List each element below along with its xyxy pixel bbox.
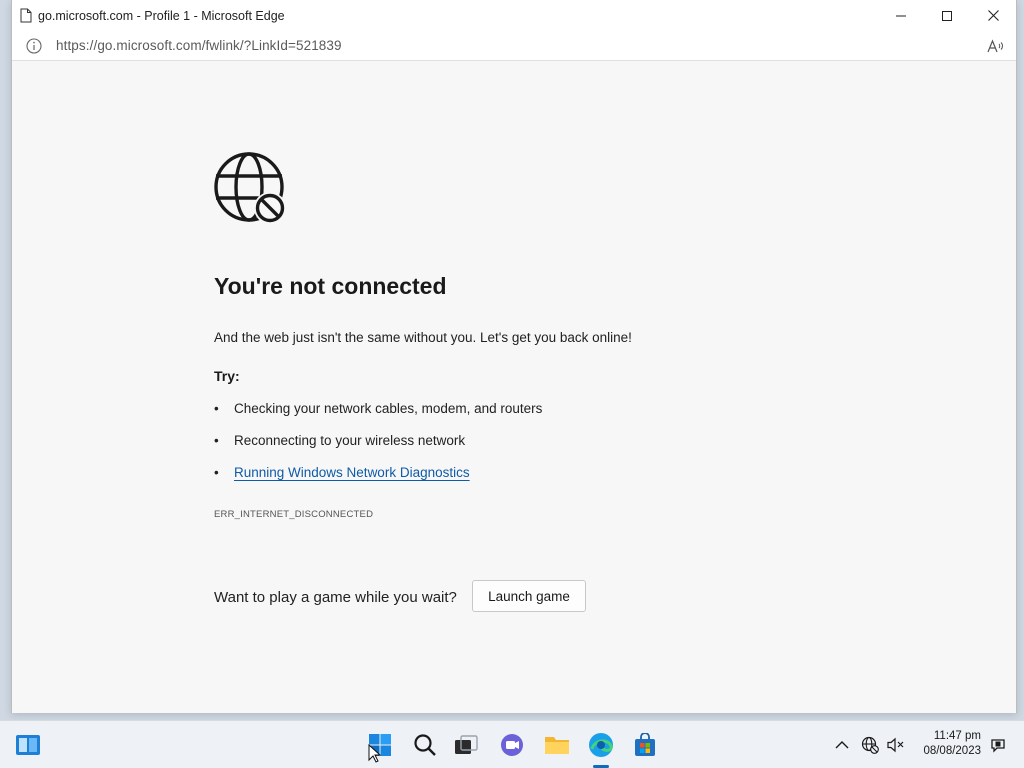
clock-time: 11:47 pm (933, 730, 981, 742)
list-item: • Checking your network cables, modem, a… (214, 401, 542, 433)
url-field[interactable]: https://go.microsoft.com/fwlink/?LinkId=… (56, 38, 342, 53)
maximize-button[interactable] (924, 0, 970, 31)
page-icon (20, 8, 34, 24)
store-icon[interactable] (631, 731, 659, 759)
suggestion-text: Checking your network cables, modem, and… (234, 401, 543, 416)
close-button[interactable] (970, 0, 1016, 31)
search-icon[interactable] (411, 731, 439, 759)
window-controls (878, 0, 1016, 31)
notification-icon[interactable] (988, 735, 1008, 755)
file-explorer-icon[interactable] (543, 731, 571, 759)
page-title: You're not connected (214, 273, 447, 299)
volume-muted-icon[interactable] (885, 735, 905, 755)
chevron-up-icon[interactable] (832, 735, 852, 755)
title-bar[interactable]: go.microsoft.com - Profile 1 - Microsoft… (12, 0, 1016, 31)
error-description: And the web just isn't the same without … (214, 330, 632, 345)
system-clock[interactable]: 11:47 pm 08/08/2023 (923, 729, 981, 759)
maximize-icon (942, 10, 952, 21)
launch-game-button[interactable]: Launch game (472, 580, 586, 612)
address-bar[interactable]: https://go.microsoft.com/fwlink/?LinkId=… (12, 31, 1016, 61)
task-view-icon[interactable] (452, 731, 480, 759)
widgets-icon[interactable] (14, 731, 42, 759)
network-diagnostics-link[interactable]: Running Windows Network Diagnostics (234, 465, 470, 480)
read-aloud-icon[interactable] (986, 37, 1004, 55)
suggestion-list: • Checking your network cables, modem, a… (214, 401, 542, 497)
mouse-cursor-icon (368, 744, 381, 763)
bullet-icon: • (214, 401, 219, 416)
window-title: go.microsoft.com - Profile 1 - Microsoft… (38, 8, 285, 23)
chat-icon[interactable] (498, 731, 526, 759)
close-icon (987, 10, 999, 21)
game-prompt: Want to play a game while you wait? (214, 589, 457, 606)
globe-blocked-icon (214, 152, 286, 224)
network-disconnected-icon[interactable] (860, 735, 880, 755)
minimize-icon (896, 15, 906, 16)
bullet-icon: • (214, 433, 219, 448)
error-code: ERR_INTERNET_DISCONNECTED (214, 509, 374, 520)
browser-window: go.microsoft.com - Profile 1 - Microsoft… (11, 0, 1017, 713)
edge-browser-icon[interactable] (587, 731, 615, 759)
list-item: • Running Windows Network Diagnostics (214, 465, 542, 497)
bullet-icon: • (214, 465, 219, 480)
minimize-button[interactable] (878, 0, 924, 31)
error-page: You're not connected And the web just is… (12, 62, 1016, 713)
list-item: • Reconnecting to your wireless network (214, 433, 542, 465)
taskbar: 11:47 pm 08/08/2023 (0, 720, 1024, 768)
clock-date: 08/08/2023 (923, 745, 981, 757)
suggestion-text: Reconnecting to your wireless network (234, 433, 466, 448)
site-info-icon[interactable] (25, 37, 43, 55)
try-label: Try: (214, 368, 240, 384)
